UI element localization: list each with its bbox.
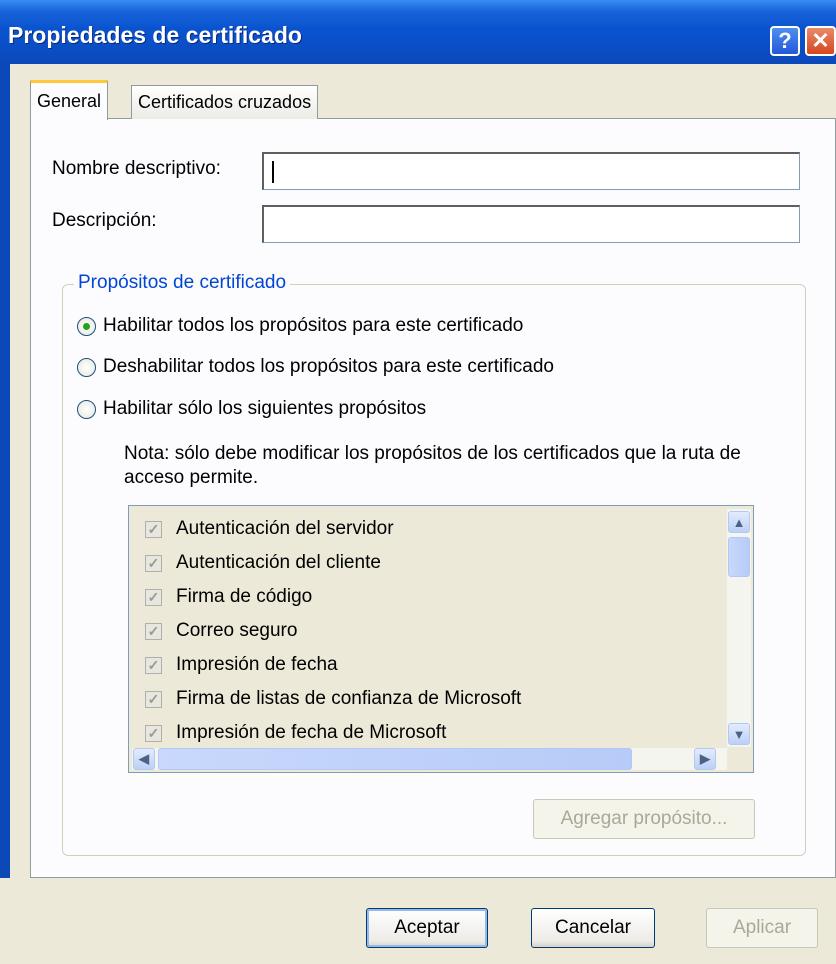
radio-button[interactable] <box>77 357 96 377</box>
chevron-right-icon: ▶ <box>700 751 710 766</box>
chevron-left-icon: ◀ <box>139 751 149 766</box>
scroll-up-button[interactable]: ▲ <box>728 511 750 533</box>
radio-button-selected[interactable] <box>77 316 96 336</box>
tab-cross-certificates-label: Certificados cruzados <box>138 92 312 112</box>
cancel-button[interactable]: Cancelar <box>531 908 655 948</box>
list-item[interactable]: ✓ Impresión de fecha de Microsoft <box>145 722 446 744</box>
add-purpose-button[interactable]: Agregar propósito... <box>533 799 755 839</box>
chevron-up-icon: ▲ <box>732 514 746 530</box>
scroll-right-button[interactable]: ▶ <box>694 748 716 770</box>
title-bar[interactable]: Propiedades de certificado ? ✕ <box>0 0 836 64</box>
close-icon: ✕ <box>811 28 830 53</box>
friendly-name-field[interactable] <box>262 152 800 190</box>
scrollbar-corner <box>727 748 751 770</box>
list-item-label: Autenticación del servidor <box>176 518 394 539</box>
ok-button-label: Aceptar <box>394 917 460 938</box>
checkbox-checked-disabled[interactable]: ✓ <box>145 554 162 572</box>
window-title: Propiedades de certificado <box>8 22 302 48</box>
chevron-down-icon: ▼ <box>732 726 746 742</box>
vertical-scrollbar[interactable]: ▲ ▼ <box>727 509 751 747</box>
purposes-listbox[interactable]: ✓ Autenticación del servidor ✓ Autentica… <box>128 505 754 773</box>
checkbox-checked-disabled[interactable]: ✓ <box>145 724 162 742</box>
text-caret <box>272 161 274 183</box>
checkbox-checked-disabled[interactable]: ✓ <box>145 656 162 674</box>
close-button[interactable]: ✕ <box>805 26 836 56</box>
ok-button[interactable]: Aceptar <box>366 908 488 948</box>
tab-cross-certificates[interactable]: Certificados cruzados <box>131 85 319 119</box>
scroll-left-button[interactable]: ◀ <box>133 748 155 770</box>
cancel-button-label: Cancelar <box>554 917 632 938</box>
radio-enable-only-label: Habilitar sólo los siguientes propósitos <box>103 398 427 419</box>
radio-enable-all-label: Habilitar todos los propósitos para este… <box>103 315 524 336</box>
list-item-label: Autenticación del cliente <box>176 552 381 573</box>
description-label: Descripción: <box>52 210 157 231</box>
window-frame-left <box>0 64 10 964</box>
list-item[interactable]: ✓ Autenticación del servidor <box>145 518 394 540</box>
list-item[interactable]: ✓ Firma de listas de confianza de Micros… <box>145 688 521 710</box>
list-item-label: Firma de código <box>176 586 313 607</box>
horizontal-scrollbar[interactable]: ◀ ▶ <box>132 748 727 770</box>
list-item[interactable]: ✓ Correo seguro <box>145 620 297 642</box>
tab-general[interactable]: General <box>30 80 109 120</box>
dialog-window: Propiedades de certificado ? ✕ General C… <box>0 0 836 964</box>
list-item-label: Correo seguro <box>176 620 298 641</box>
radio-enable-all[interactable]: Habilitar todos los propósitos para este… <box>77 315 523 337</box>
radio-button[interactable] <box>77 399 96 419</box>
apply-button[interactable]: Aplicar <box>706 908 818 948</box>
list-item[interactable]: ✓ Firma de código <box>145 586 312 608</box>
purposes-note: Nota: sólo debe modificar los propósitos… <box>124 443 741 488</box>
checkbox-checked-disabled[interactable]: ✓ <box>145 588 162 606</box>
list-item[interactable]: ✓ Autenticación del cliente <box>145 552 381 574</box>
checkbox-checked-disabled[interactable]: ✓ <box>145 690 162 708</box>
list-item-label: Impresión de fecha <box>176 654 338 675</box>
checkbox-checked-disabled[interactable]: ✓ <box>145 622 162 640</box>
radio-disable-all[interactable]: Deshabilitar todos los propósitos para e… <box>77 356 554 378</box>
radio-enable-only[interactable]: Habilitar sólo los siguientes propósitos <box>77 398 426 420</box>
add-purpose-label: Agregar propósito... <box>560 808 728 829</box>
radio-dot <box>83 322 90 330</box>
list-item[interactable]: ✓ Impresión de fecha <box>145 654 338 676</box>
scroll-down-button[interactable]: ▼ <box>728 723 750 745</box>
list-item-label: Impresión de fecha de Microsoft <box>176 722 447 743</box>
vertical-scroll-thumb[interactable] <box>728 537 750 577</box>
horizontal-scroll-thumb[interactable] <box>158 748 632 770</box>
checkbox-checked-disabled[interactable]: ✓ <box>145 520 162 538</box>
list-item-label: Firma de listas de confianza de Microsof… <box>176 688 522 709</box>
purposes-group-title: Propósitos de certificado <box>74 272 291 294</box>
description-field[interactable] <box>262 205 800 243</box>
radio-disable-all-label: Deshabilitar todos los propósitos para e… <box>103 356 554 377</box>
apply-button-label: Aplicar <box>732 917 792 938</box>
help-icon: ? <box>778 28 792 53</box>
tab-general-label: General <box>37 91 102 111</box>
help-button[interactable]: ? <box>770 26 800 56</box>
friendly-name-label: Nombre descriptivo: <box>52 158 221 179</box>
